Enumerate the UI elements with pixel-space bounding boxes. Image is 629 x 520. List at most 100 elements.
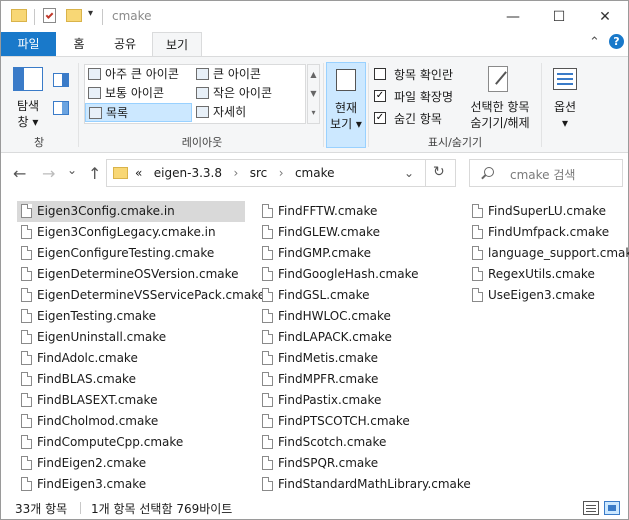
- file-item[interactable]: EigenDetermineOSVersion.cmake: [17, 264, 245, 285]
- hide-selected-items-button[interactable]: 선택한 항목 숨기기/해제: [464, 62, 536, 132]
- file-icon: [21, 225, 32, 239]
- breadcrumb-separator[interactable]: ›: [279, 166, 284, 180]
- file-item[interactable]: Eigen3Config.cmake.in: [17, 201, 245, 222]
- file-item[interactable]: UseEigen3.cmake: [468, 285, 595, 306]
- file-item[interactable]: FindSPQR.cmake: [258, 453, 378, 474]
- layout-list[interactable]: 목록: [85, 103, 192, 122]
- collapse-ribbon-icon[interactable]: ⌃: [589, 35, 600, 50]
- file-name: FindLAPACK.cmake: [278, 330, 392, 344]
- tab-share[interactable]: 공유: [103, 32, 147, 56]
- file-item[interactable]: FindScotch.cmake: [258, 432, 386, 453]
- help-icon[interactable]: ?: [609, 34, 624, 49]
- layout-small-icons[interactable]: 작은 아이콘: [193, 84, 305, 103]
- file-icon: [21, 435, 32, 449]
- file-item[interactable]: FindGMP.cmake: [258, 243, 371, 264]
- layout-item-label: 목록: [106, 106, 129, 120]
- file-name: FindGSL.cmake: [278, 288, 370, 302]
- file-item[interactable]: FindHWLOC.cmake: [258, 306, 391, 327]
- file-item[interactable]: RegexUtils.cmake: [468, 264, 595, 285]
- file-icon: [262, 456, 273, 470]
- file-name: FindBLASEXT.cmake: [37, 393, 158, 407]
- file-item[interactable]: FindPTSCOTCH.cmake: [258, 411, 410, 432]
- layout-medium-icons[interactable]: 보통 아이콘: [85, 84, 193, 103]
- recent-locations-button[interactable]: ⌄: [67, 163, 77, 177]
- breadcrumb-overflow[interactable]: «: [135, 166, 142, 180]
- file-item[interactable]: FindGSL.cmake: [258, 285, 370, 306]
- file-extensions-checkbox[interactable]: ✓: [374, 90, 386, 102]
- file-item[interactable]: EigenConfigureTesting.cmake: [17, 243, 245, 264]
- file-item[interactable]: FindBLASEXT.cmake: [17, 390, 245, 411]
- file-item[interactable]: FindAdolc.cmake: [17, 348, 245, 369]
- item-checkboxes-checkbox[interactable]: [374, 68, 386, 80]
- breadcrumb-eigen[interactable]: eigen-3.3.8: [154, 166, 222, 180]
- layout-gallery-scroll[interactable]: ▲ ▼ ▾: [307, 64, 320, 124]
- file-item[interactable]: FindUmfpack.cmake: [468, 222, 609, 243]
- tab-file[interactable]: 파일: [1, 32, 56, 56]
- search-icon: [481, 167, 494, 180]
- file-item[interactable]: FindEigen3.cmake: [17, 474, 245, 495]
- file-item[interactable]: language_support.cmake: [468, 243, 629, 264]
- file-icon: [472, 246, 483, 260]
- file-item[interactable]: FindSuperLU.cmake: [468, 201, 606, 222]
- group-separator: [541, 63, 542, 147]
- group-separator: [78, 63, 79, 147]
- file-item[interactable]: FindGoogleHash.cmake: [258, 264, 419, 285]
- file-item[interactable]: FindStandardMathLibrary.cmake: [258, 474, 471, 495]
- file-name: FindStandardMathLibrary.cmake: [278, 477, 471, 491]
- details-view-icon[interactable]: [583, 501, 599, 515]
- file-item[interactable]: Eigen3ConfigLegacy.cmake.in: [17, 222, 245, 243]
- file-icon: [262, 393, 273, 407]
- file-item[interactable]: FindGLEW.cmake: [258, 222, 380, 243]
- new-folder-icon[interactable]: [66, 9, 82, 22]
- address-bar[interactable]: « eigen-3.3.8 › src › cmake ⌄ ↻: [106, 159, 456, 187]
- file-item[interactable]: FindBLAS.cmake: [17, 369, 245, 390]
- file-item[interactable]: FindLAPACK.cmake: [258, 327, 392, 348]
- file-item[interactable]: FindComputeCpp.cmake: [17, 432, 245, 453]
- file-item[interactable]: FindPastix.cmake: [258, 390, 381, 411]
- maximize-button[interactable]: ☐: [536, 1, 582, 32]
- status-separator: [80, 502, 81, 514]
- navigation-pane-label[interactable]: 탐색: [9, 98, 47, 114]
- back-button[interactable]: ←: [13, 164, 26, 183]
- preview-pane-icon[interactable]: [53, 73, 69, 87]
- file-item[interactable]: EigenDetermineVSServicePack.cmake: [17, 285, 265, 306]
- address-dropdown-icon[interactable]: ⌄: [404, 166, 414, 180]
- file-icon: [262, 477, 273, 491]
- file-item[interactable]: EigenTesting.cmake: [17, 306, 245, 327]
- file-item[interactable]: FindEigen2.cmake: [17, 453, 245, 474]
- file-icon: [21, 330, 32, 344]
- properties-icon[interactable]: [43, 8, 56, 23]
- refresh-icon[interactable]: ↻: [433, 164, 445, 180]
- forward-button[interactable]: →: [42, 164, 55, 183]
- current-view-button[interactable]: 현재 보기 ▾: [326, 62, 366, 148]
- file-item[interactable]: FindFFTW.cmake: [258, 201, 377, 222]
- group-label-pane: 창: [33, 136, 45, 149]
- breadcrumb-cmake[interactable]: cmake: [295, 166, 335, 180]
- up-button[interactable]: ↑: [88, 164, 101, 183]
- tab-view[interactable]: 보기: [152, 32, 202, 57]
- options-button[interactable]: 옵션 ▾: [547, 62, 585, 132]
- minimize-button[interactable]: —: [490, 1, 536, 32]
- navigation-pane-icon[interactable]: [13, 67, 43, 91]
- hidden-items-checkbox[interactable]: ✓: [374, 112, 386, 124]
- file-item[interactable]: FindMPFR.cmake: [258, 369, 378, 390]
- layout-details[interactable]: 자세히: [193, 103, 305, 122]
- large-icons-view-icon[interactable]: [604, 501, 620, 515]
- file-item[interactable]: FindCholmod.cmake: [17, 411, 245, 432]
- details-pane-icon[interactable]: [53, 101, 69, 115]
- tab-home[interactable]: 홈: [61, 32, 97, 56]
- navigation-pane-dropdown[interactable]: 창 ▾: [9, 114, 47, 130]
- file-item[interactable]: FindMetis.cmake: [258, 348, 378, 369]
- search-box[interactable]: cmake 검색: [469, 159, 623, 187]
- breadcrumb-src[interactable]: src: [250, 166, 268, 180]
- group-separator: [368, 63, 369, 147]
- file-name: FindSuperLU.cmake: [488, 204, 606, 218]
- layout-extra-large-icons[interactable]: 아주 큰 아이콘: [85, 65, 193, 84]
- close-button[interactable]: ✕: [582, 1, 628, 32]
- layout-large-icons[interactable]: 큰 아이콘: [193, 65, 305, 84]
- file-icon: [21, 246, 32, 260]
- layout-gallery: 아주 큰 아이콘 큰 아이콘 보통 아이콘 작은 아이콘 목록 자세히: [84, 64, 306, 124]
- customize-quick-access-icon[interactable]: ▾: [88, 8, 93, 19]
- breadcrumb-separator[interactable]: ›: [233, 166, 238, 180]
- file-item[interactable]: EigenUninstall.cmake: [17, 327, 245, 348]
